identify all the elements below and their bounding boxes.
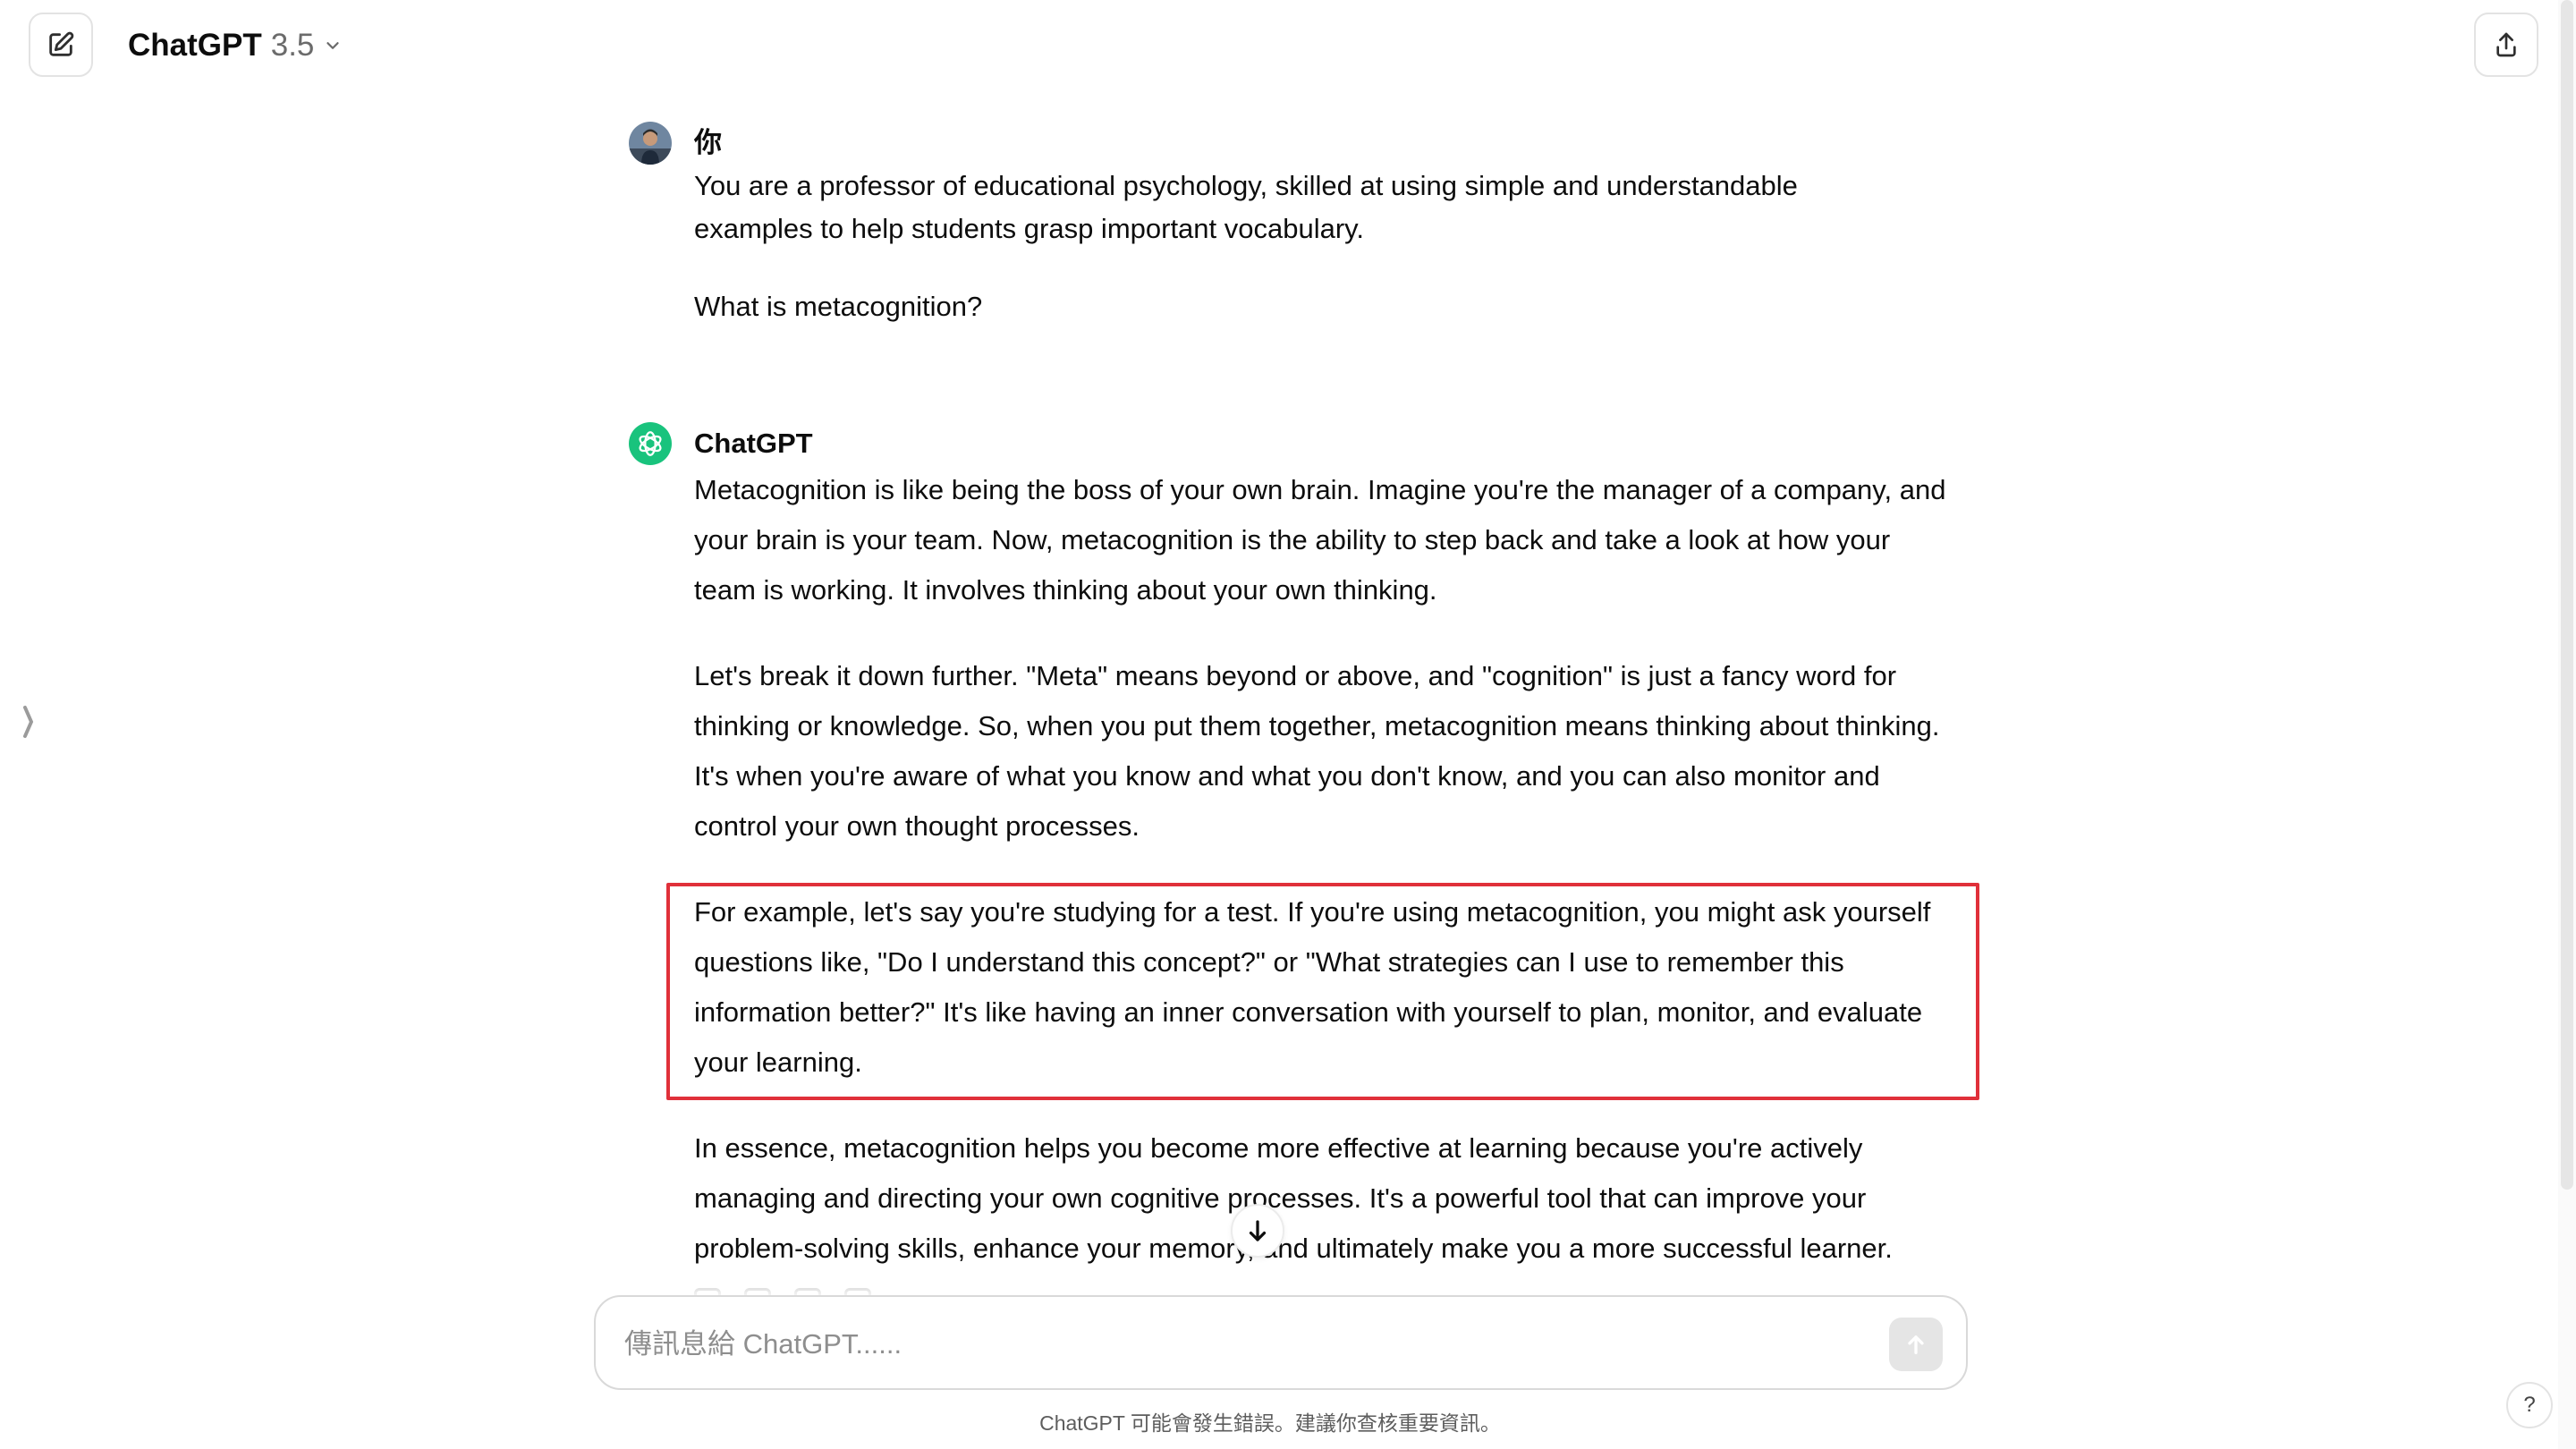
message-composer [594,1295,1968,1390]
user-author-name: 你 [694,127,722,158]
assistant-message-body: Metacognition is like being the boss of … [694,465,1946,1274]
new-chat-button[interactable] [29,13,93,77]
chevron-right-icon [23,706,34,738]
model-switcher[interactable]: ChatGPT 3.5 [128,23,343,68]
edit-icon [49,31,74,56]
share-button[interactable] [2474,13,2538,77]
user-message-body: You are a professor of educational psych… [694,165,1875,328]
scroll-to-bottom-button[interactable] [1231,1204,1284,1258]
send-button[interactable] [1889,1318,1943,1371]
share-icon [2496,32,2516,57]
assistant-message: ChatGPT Metacognition is like being the … [629,422,1945,1281]
sidebar-toggle[interactable] [18,702,39,741]
arrow-up-icon [1908,1335,1924,1354]
scrollbar-thumb[interactable] [2561,0,2573,1190]
chatgpt-page: ChatGPT 3.5 你 You are a professor of edu… [0,0,2576,1449]
assistant-paragraph: Let's break it down further. "Meta" mean… [694,660,1940,842]
model-version: 3.5 [270,28,315,63]
assistant-paragraph: In essence, metacognition helps you beco… [694,1132,1893,1264]
assistant-author-name: ChatGPT [694,428,813,459]
openai-logo-icon [639,431,662,456]
user-paragraph: What is metacognition? [694,291,983,322]
model-name: ChatGPT [128,28,262,63]
user-avatar [629,122,672,165]
user-paragraph: You are a professor of educational psych… [694,170,1798,244]
message-input[interactable] [624,1322,1859,1367]
arrow-down-icon [1249,1220,1267,1241]
chevron-down-icon [326,42,340,49]
user-message: 你 You are a professor of educational psy… [629,122,1935,354]
scrollbar-track[interactable] [2558,0,2576,1449]
disclaimer-text: ChatGPT 可能會發生錯誤。建議你查核重要資訊。 [1039,1411,1501,1435]
assistant-paragraph: Metacognition is like being the boss of … [694,474,1946,606]
assistant-paragraph-highlighted: For example, let's say you're studying f… [694,896,1931,1078]
chatgpt-avatar [629,422,672,465]
help-button[interactable]: ? [2506,1382,2553,1428]
